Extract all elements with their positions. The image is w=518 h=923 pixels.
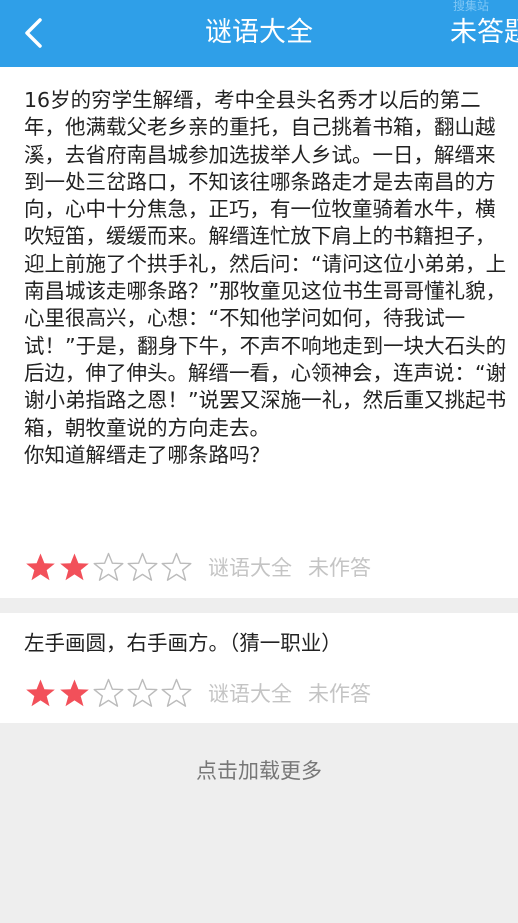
riddle-question: 左手画圆，右手画方。（猜一职业） bbox=[24, 631, 342, 655]
star-filled-icon bbox=[26, 679, 55, 707]
category-label: 谜语大全 bbox=[208, 682, 292, 706]
header-right-area: 搜集站 未答题 bbox=[440, 0, 518, 67]
star-empty-icon bbox=[127, 678, 158, 707]
load-more-button[interactable]: 点击加载更多 bbox=[0, 755, 518, 785]
riddle-card[interactable]: 16岁的穷学生解缙，考中全县头名秀才以后的第二年，他满载父老乡亲的重托，自己挑着… bbox=[0, 67, 518, 598]
star-empty-icon bbox=[161, 678, 192, 707]
star-empty-icon bbox=[161, 552, 192, 581]
star-filled-icon bbox=[60, 553, 89, 581]
riddle-question: 16岁的穷学生解缙，考中全县头名秀才以后的第二年，他满载父老乡亲的重托，自己挑着… bbox=[24, 88, 507, 467]
difficulty-rating bbox=[24, 678, 194, 708]
unanswered-button[interactable]: 未答题 bbox=[450, 16, 518, 50]
answer-status: 未作答 bbox=[308, 682, 371, 706]
riddle-meta: 谜语大全 未作答 bbox=[24, 678, 371, 708]
star-empty-icon bbox=[93, 552, 124, 581]
star-filled-icon bbox=[60, 679, 89, 707]
star-empty-icon bbox=[93, 678, 124, 707]
watermark-text: 搜集站 bbox=[453, 0, 490, 13]
riddle-meta: 谜语大全 未作答 bbox=[24, 552, 371, 582]
app-header: 谜语大全 搜集站 未答题 bbox=[0, 0, 518, 67]
difficulty-rating bbox=[24, 552, 194, 582]
riddle-card[interactable]: 左手画圆，右手画方。（猜一职业） 谜语大全 未作答 bbox=[0, 613, 518, 723]
star-empty-icon bbox=[127, 552, 158, 581]
category-label: 谜语大全 bbox=[208, 556, 292, 580]
star-filled-icon bbox=[26, 553, 55, 581]
answer-status: 未作答 bbox=[308, 556, 371, 580]
